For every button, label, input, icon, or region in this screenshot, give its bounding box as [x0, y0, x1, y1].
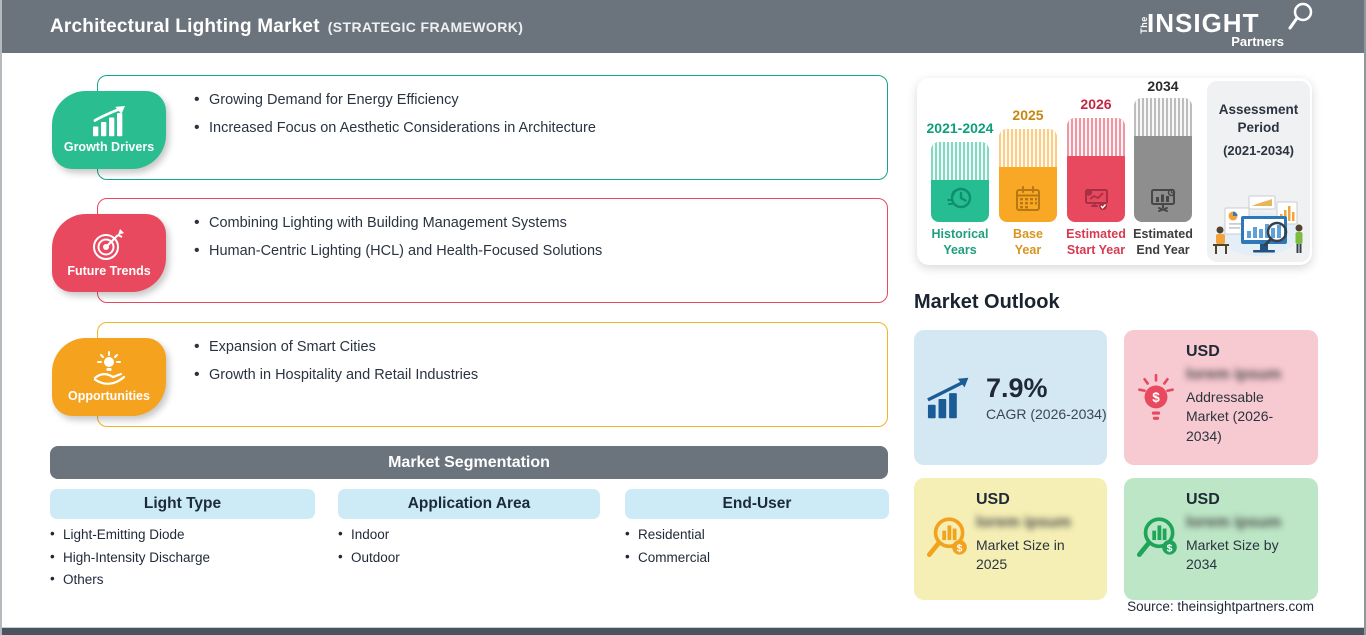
- growth-chart-icon: [93, 106, 125, 137]
- page-title-text: Architectural Lighting Market: [50, 15, 320, 37]
- future-trend-item: Human-Centric Lighting (HCL) and Health-…: [194, 242, 887, 260]
- calendar-icon: [1016, 186, 1040, 211]
- addressable-market-card: $ USD lorem ipsum Addressable Market (20…: [1124, 330, 1318, 465]
- segment-item: Indoor: [338, 526, 400, 542]
- addressable-market-label: Addressable Market (2026-2034): [1186, 389, 1274, 444]
- insight-partners-logo: The INSIGHT Partners: [1139, 2, 1313, 49]
- opportunities-label: Opportunities: [68, 389, 150, 403]
- cagr-card: 7.9% CAGR (2026-2034): [914, 330, 1107, 465]
- market-size-2025-card: $ USD lorem ipsum Market Size in 2025: [914, 478, 1107, 600]
- segment-header-application-area: Application Area: [338, 489, 600, 519]
- estimated-end-year-value: 2034: [1147, 78, 1179, 94]
- segment-item: Commercial: [625, 549, 710, 565]
- historical-years-label: Historical Years: [931, 227, 989, 257]
- page-subtitle: (STRATEGIC FRAMEWORK): [327, 18, 524, 35]
- future-trends-label: Future Trends: [67, 264, 151, 278]
- future-trend-item: Combining Lighting with Building Managem…: [194, 214, 887, 232]
- market-outlook-title: Market Outlook: [914, 291, 1060, 313]
- future-trends-panel: Combining Lighting with Building Managem…: [97, 198, 888, 303]
- market-size-2025-label: Market Size in 2025: [976, 537, 1065, 573]
- footer-strip: [2, 627, 1364, 635]
- segment-item: Outdoor: [338, 549, 400, 565]
- market-segmentation-header: Market Segmentation: [50, 446, 888, 479]
- svg-text:$: $: [1167, 544, 1173, 555]
- future-trends-list: Combining Lighting with Building Managem…: [98, 199, 887, 260]
- opportunities-badge: Opportunities: [52, 338, 166, 416]
- application-area-items: Indoor Outdoor: [338, 526, 400, 572]
- assessment-period-title: Assessment Period: [1218, 102, 1299, 135]
- market-size-2034-label: Market Size by 2034: [1186, 537, 1279, 573]
- currency-label: USD: [976, 491, 1010, 508]
- segment-item: Others: [50, 571, 210, 587]
- market-size-2034-card: $ USD lorem ipsum Market Size by 2034: [1124, 478, 1318, 600]
- magnifier-icon: [1288, 2, 1313, 30]
- assessment-timeline-card: 2021-2024 2025 2026 2034 Historical Year…: [917, 78, 1312, 265]
- source-attribution: Source: theinsightpartners.com: [1127, 599, 1314, 614]
- opportunities-panel: Expansion of Smart Cities Growth in Hosp…: [97, 322, 888, 427]
- end-user-items: Residential Commercial: [625, 526, 710, 572]
- analysts-illustration: [1213, 195, 1303, 256]
- currency-label: USD: [1186, 343, 1220, 360]
- segment-item: Residential: [625, 526, 710, 542]
- page-title: Architectural Lighting Market (STRATEGIC …: [50, 16, 523, 38]
- base-year-bar: [999, 129, 1057, 222]
- growth-drivers-panel: Growing Demand for Energy Efficiency Inc…: [97, 75, 888, 180]
- growth-driver-item: Growing Demand for Energy Efficiency: [194, 91, 887, 109]
- history-clock-icon: [947, 187, 972, 209]
- assessment-period-range: (2021-2034): [1223, 143, 1294, 159]
- segment-item: Light-Emitting Diode: [50, 526, 210, 542]
- light-type-items: Light-Emitting Diode High-Intensity Disc…: [50, 526, 210, 595]
- future-trends-badge: Future Trends: [52, 214, 166, 292]
- redacted-value: lorem ipsum: [976, 514, 1072, 531]
- opportunities-list: Expansion of Smart Cities Growth in Hosp…: [98, 323, 887, 384]
- redacted-value: lorem ipsum: [1186, 366, 1282, 383]
- currency-label: USD: [1186, 491, 1220, 508]
- growth-drivers-label: Growth Drivers: [63, 140, 155, 154]
- base-year-label: Base Year: [1013, 227, 1043, 257]
- magnifier-chart-icon-green: $: [1136, 517, 1177, 557]
- redacted-value: lorem ipsum: [1186, 514, 1282, 531]
- svg-text:$: $: [957, 544, 963, 555]
- segment-header-light-type: Light Type: [50, 489, 315, 519]
- growth-drivers-badge: Growth Drivers: [52, 91, 166, 169]
- estimated-end-year-bar: [1134, 98, 1192, 222]
- monitor-gear-icon: [1085, 189, 1108, 210]
- segment-item: High-Intensity Discharge: [50, 549, 210, 565]
- cagr-value: 7.9%: [986, 373, 1048, 403]
- magnifier-chart-icon-orange: $: [926, 517, 967, 557]
- estimated-start-year-bar: [1067, 118, 1125, 222]
- historical-years-bar: [931, 142, 989, 222]
- header-bar: Architectural Lighting Market (STRATEGIC …: [2, 0, 1364, 53]
- growth-driver-item: Increased Focus on Aesthetic Considerati…: [194, 119, 887, 137]
- presentation-chart-icon: [1151, 188, 1176, 212]
- market-segmentation-title: Market Segmentation: [388, 453, 550, 471]
- cagr-label: CAGR (2026-2034): [986, 406, 1107, 422]
- assessment-period-panel: Assessment Period (2021-2034): [1207, 81, 1310, 262]
- bulb-dollar-icon: $: [1138, 373, 1174, 420]
- logo-partners-text: Partners: [1231, 34, 1284, 49]
- segment-header-end-user: End-User: [625, 489, 889, 519]
- bulb-hand-icon: [93, 351, 126, 385]
- estimated-end-year-label: Estimated End Year: [1133, 227, 1193, 257]
- target-icon: [93, 229, 124, 260]
- estimated-start-year-label: Estimated Start Year: [1066, 227, 1126, 257]
- infographic-canvas: Architectural Lighting Market (STRATEGIC …: [0, 0, 1366, 635]
- estimated-start-year-value: 2026: [1080, 96, 1112, 112]
- opportunity-item: Expansion of Smart Cities: [194, 338, 887, 356]
- svg-text:$: $: [1152, 390, 1160, 405]
- growth-drivers-list: Growing Demand for Energy Efficiency Inc…: [98, 76, 887, 137]
- opportunity-item: Growth in Hospitality and Retail Industr…: [194, 366, 887, 384]
- cagr-growth-icon: [927, 377, 969, 418]
